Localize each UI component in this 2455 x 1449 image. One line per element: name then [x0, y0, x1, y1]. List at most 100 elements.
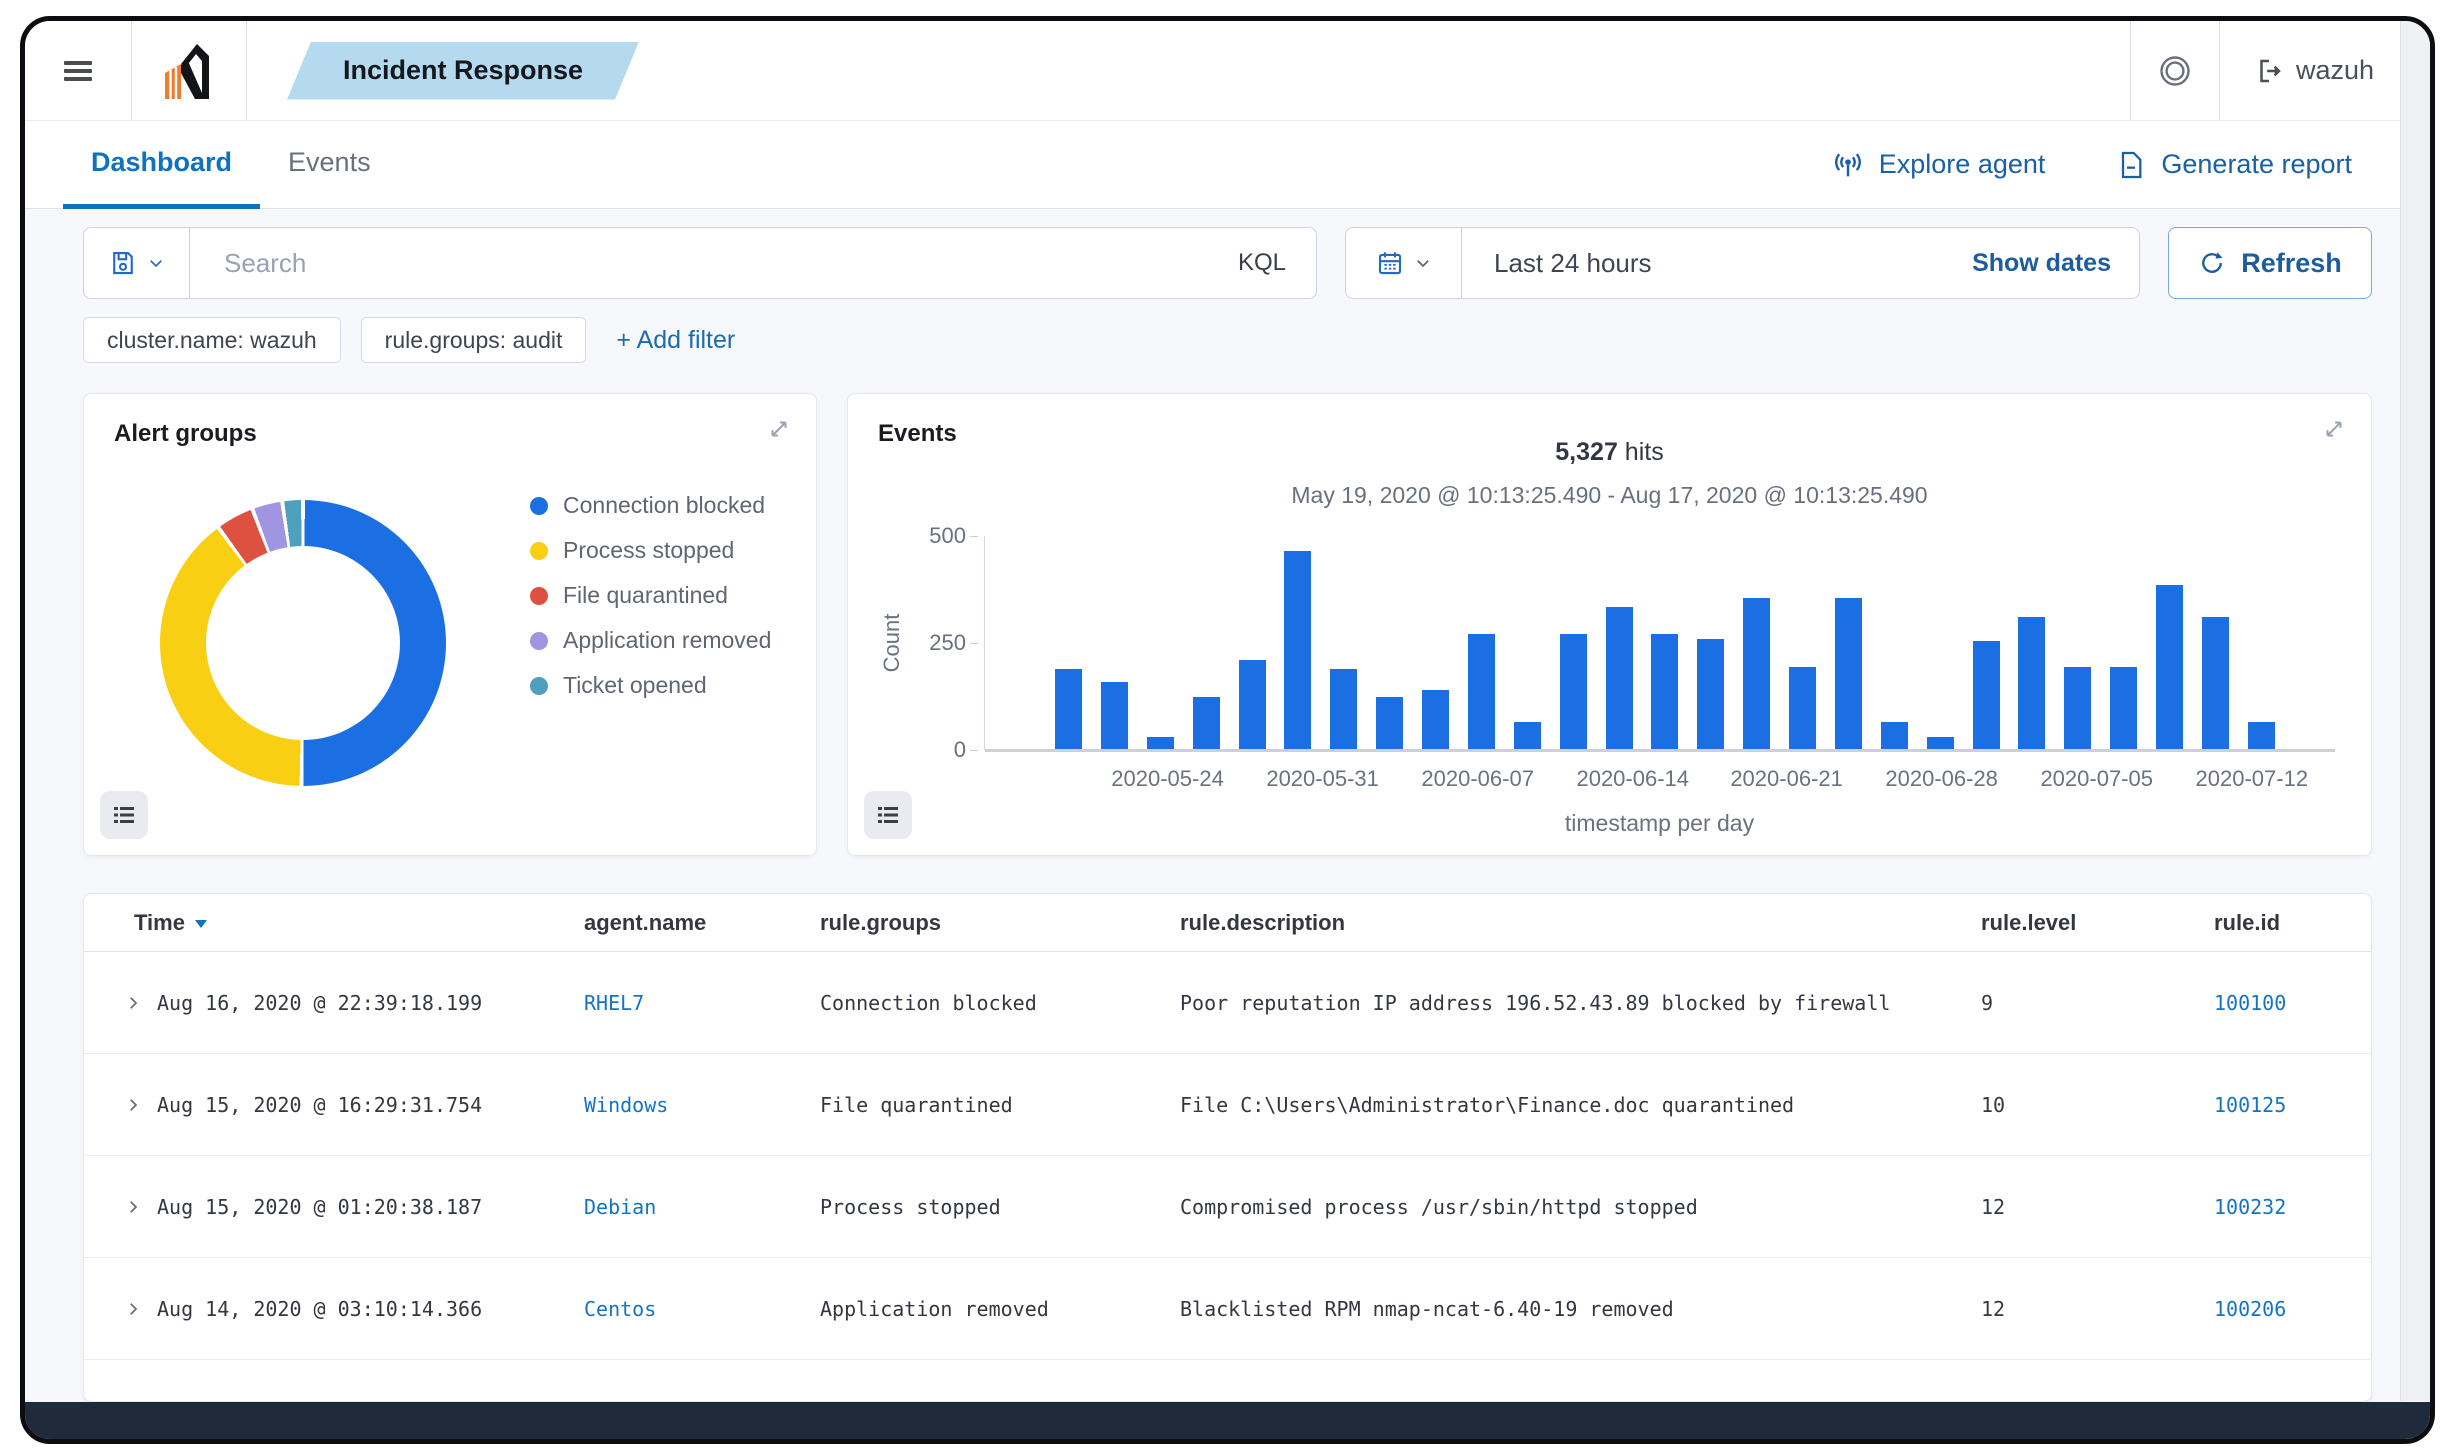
health-button[interactable] — [2131, 21, 2219, 120]
cell-rule-groups: File quarantined — [820, 1092, 1013, 1117]
expand-row-icon[interactable] — [124, 1198, 142, 1216]
cell-agent-name[interactable]: Debian — [584, 1195, 820, 1219]
top-bar-right: wazuh — [2129, 21, 2430, 120]
expand-row-icon[interactable] — [124, 994, 142, 1012]
tab-events[interactable]: Events — [260, 147, 399, 208]
scrollbar-track[interactable] — [2400, 21, 2430, 1401]
show-dates-button[interactable]: Show dates — [1972, 249, 2111, 278]
histogram-bar[interactable] — [1238, 660, 1266, 750]
expand-panel-button[interactable] — [766, 416, 792, 442]
histogram-bar[interactable] — [2018, 617, 2046, 750]
histogram-bar[interactable] — [1192, 696, 1220, 750]
legend-item[interactable]: Application removed — [530, 627, 771, 654]
histogram-bar[interactable] — [1880, 722, 1908, 750]
histogram-bar[interactable] — [2110, 666, 2138, 750]
histogram-bar[interactable] — [1605, 606, 1633, 750]
time-range-value[interactable]: Last 24 hours — [1494, 248, 1652, 279]
legend-label: File quarantined — [563, 582, 728, 608]
cell-rule-id[interactable]: 100232 — [2214, 1195, 2371, 1219]
histogram-bars — [1055, 536, 2275, 750]
quick-select-button[interactable] — [1346, 228, 1462, 298]
cell-agent-name[interactable]: Windows — [584, 1093, 820, 1117]
cell-rule-groups: Application removed — [820, 1296, 1049, 1321]
app-logo[interactable] — [132, 21, 246, 120]
histogram-bar[interactable] — [2247, 722, 2275, 750]
histogram-bar[interactable] — [1330, 668, 1358, 750]
histogram-bar[interactable] — [2201, 617, 2229, 750]
histogram-bar[interactable] — [1146, 737, 1174, 750]
column-header-rule-level[interactable]: rule.level — [1981, 910, 2214, 936]
breadcrumb-label: Incident Response — [343, 55, 584, 85]
cell-agent-name[interactable]: Centos — [584, 1297, 820, 1321]
saved-queries-button[interactable] — [84, 228, 190, 298]
histogram-bar[interactable] — [1697, 638, 1725, 750]
alert-groups-donut-chart[interactable] — [160, 500, 446, 786]
histogram-bar[interactable] — [1467, 634, 1495, 750]
legend-toggle-button[interactable] — [864, 791, 912, 839]
tab-actions: Explore agent Generate report — [1831, 148, 2392, 182]
histogram-bar[interactable] — [1559, 634, 1587, 750]
filter-pill[interactable]: cluster.name: wazuh — [83, 317, 341, 363]
expand-row-icon[interactable] — [124, 1096, 142, 1114]
chevron-down-icon — [150, 260, 162, 268]
histogram-bar[interactable] — [1789, 666, 1816, 750]
column-header-rule-description[interactable]: rule.description — [1180, 910, 1981, 936]
panels-row: Alert groups Connection blocked Process s… — [83, 393, 2372, 856]
search-input[interactable]: Search — [224, 248, 1238, 279]
legend-label: Ticket opened — [563, 672, 707, 698]
histogram-bar[interactable] — [1972, 640, 2000, 750]
x-tick-label: 2020-06-21 — [1730, 766, 1843, 791]
column-header-time[interactable]: Time — [84, 910, 584, 936]
cell-rule-description: Compromised process /usr/sbin/httpd stop… — [1180, 1194, 1698, 1219]
histogram-bar[interactable] — [1513, 722, 1541, 750]
filter-row: cluster.name: wazuh rule.groups: audit + … — [83, 317, 2372, 363]
legend-item[interactable]: Ticket opened — [530, 672, 771, 699]
table-row: Aug 15, 2020 @ 16:29:31.754 Windows File q… — [84, 1054, 2371, 1156]
histogram-bar[interactable] — [1743, 598, 1771, 750]
histogram-bar[interactable] — [1100, 681, 1128, 750]
menu-button[interactable] — [25, 21, 131, 120]
list-icon — [878, 807, 898, 823]
alert-groups-panel: Alert groups Connection blocked Process s… — [83, 393, 817, 856]
generate-report-button[interactable]: Generate report — [2115, 149, 2352, 181]
top-bar: Incident Response wazuh — [25, 21, 2430, 121]
refresh-button[interactable]: Refresh — [2168, 227, 2372, 299]
histogram-bar[interactable] — [1284, 550, 1312, 750]
histogram-bar[interactable] — [1651, 634, 1679, 750]
histogram-plot — [984, 536, 2335, 752]
x-tick-label: 2020-05-31 — [1266, 766, 1379, 791]
histogram-bar[interactable] — [2064, 666, 2092, 750]
hits-count: 5,327 — [1555, 438, 1618, 466]
histogram-bar[interactable] — [1834, 598, 1862, 750]
events-panel: Events 5,327 hits May 19, 2020 @ 10:13:2… — [847, 393, 2372, 856]
column-header-agent-name[interactable]: agent.name — [584, 910, 820, 936]
tab-bar: Dashboard Events Explore agent Generate … — [25, 121, 2430, 209]
histogram-bar[interactable] — [1376, 696, 1404, 750]
search-row: Search KQL Last 24 hours Show dates Refr… — [83, 227, 2372, 299]
legend-item[interactable]: File quarantined — [530, 582, 771, 609]
legend-item[interactable]: Process stopped — [530, 537, 771, 564]
legend-toggle-button[interactable] — [100, 791, 148, 839]
histogram-bar[interactable] — [1422, 690, 1449, 750]
chart-date-range: May 19, 2020 @ 10:13:25.490 - Aug 17, 20… — [1291, 482, 1928, 508]
histogram-bar[interactable] — [1926, 737, 1954, 750]
session-button[interactable]: wazuh — [2220, 55, 2374, 86]
column-header-rule-groups[interactable]: rule.groups — [820, 910, 1180, 936]
histogram-bar[interactable] — [2156, 585, 2183, 750]
time-value: Aug 15, 2020 @ 16:29:31.754 — [157, 1092, 483, 1117]
breadcrumb[interactable]: Incident Response — [287, 42, 639, 100]
legend-item[interactable]: Connection blocked — [530, 492, 771, 519]
add-filter-button[interactable]: + Add filter — [616, 326, 735, 355]
cell-rule-id[interactable]: 100206 — [2214, 1297, 2371, 1321]
report-icon — [2122, 151, 2142, 178]
filter-pill[interactable]: rule.groups: audit — [360, 317, 587, 363]
tab-dashboard[interactable]: Dashboard — [63, 147, 261, 209]
cell-rule-id[interactable]: 100100 — [2214, 991, 2371, 1015]
cell-rule-id[interactable]: 100125 — [2214, 1093, 2371, 1117]
histogram-bar[interactable] — [1055, 668, 1082, 750]
cell-agent-name[interactable]: RHEL7 — [584, 991, 820, 1015]
expand-row-icon[interactable] — [124, 1300, 142, 1318]
column-header-rule-id[interactable]: rule.id — [2214, 910, 2371, 936]
explore-agent-button[interactable]: Explore agent — [1831, 148, 2045, 182]
kql-selector[interactable]: KQL — [1238, 249, 1286, 277]
